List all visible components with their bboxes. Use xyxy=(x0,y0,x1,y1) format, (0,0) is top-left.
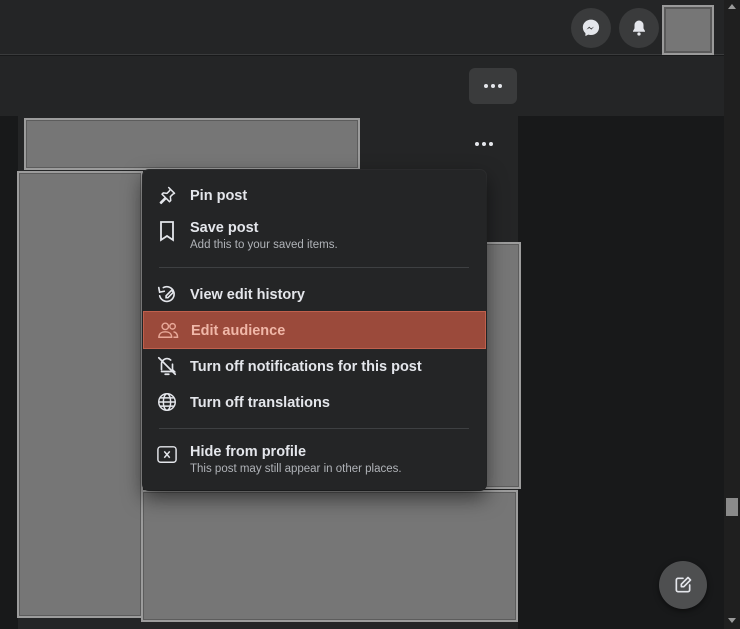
page-scrollbar[interactable] xyxy=(724,0,740,629)
bookmark-icon xyxy=(155,219,179,243)
notifications-button[interactable] xyxy=(619,8,659,48)
menu-item-label: Hide from profile xyxy=(190,444,307,460)
post-image-redacted xyxy=(141,490,518,622)
post-image-redacted xyxy=(17,171,143,618)
menu-item-description: This post may still appear in other plac… xyxy=(190,463,402,475)
compose-icon xyxy=(675,576,692,593)
new-message-button[interactable] xyxy=(659,561,707,609)
scrollbar-thumb[interactable] xyxy=(726,498,738,516)
messenger-button[interactable] xyxy=(571,8,611,48)
more-horizontal-icon xyxy=(484,84,502,88)
edit-history-icon xyxy=(155,282,179,306)
menu-item-turn-off-translations[interactable]: Turn off translations xyxy=(143,388,486,416)
post-options-menu: Pin post Save post Add this to your save… xyxy=(143,170,486,490)
menu-item-description: Add this to your saved items. xyxy=(190,239,338,251)
profile-header-bar xyxy=(0,56,724,116)
menu-item-label: Save post xyxy=(190,220,259,236)
profile-more-button[interactable] xyxy=(469,68,517,104)
menu-divider xyxy=(159,267,469,268)
bell-off-icon xyxy=(155,354,179,378)
more-horizontal-icon xyxy=(475,142,493,146)
bell-icon xyxy=(633,20,645,36)
pin-icon xyxy=(155,183,179,207)
people-icon xyxy=(156,318,180,342)
page: Pin post Save post Add this to your save… xyxy=(0,0,740,629)
menu-item-edit-audience[interactable]: Edit audience xyxy=(143,311,486,349)
menu-item-view-edit-history[interactable]: View edit history xyxy=(143,280,486,308)
messenger-icon xyxy=(582,19,600,37)
menu-item-hide-from-profile[interactable]: Hide from profile This post may still ap… xyxy=(143,438,486,482)
menu-item-label: Turn off notifications for this post xyxy=(190,359,422,375)
menu-item-turn-off-notifications[interactable]: Turn off notifications for this post xyxy=(143,352,486,380)
post-more-button[interactable] xyxy=(470,135,498,153)
scroll-down-arrow-icon[interactable] xyxy=(728,618,736,623)
menu-item-pin-post[interactable]: Pin post xyxy=(143,182,486,208)
menu-item-label: View edit history xyxy=(190,287,305,303)
menu-divider xyxy=(159,428,469,429)
close-box-icon xyxy=(155,443,179,467)
top-navigation-bar xyxy=(0,0,724,55)
menu-item-label: Pin post xyxy=(190,188,248,204)
account-avatar[interactable] xyxy=(662,5,714,55)
globe-icon xyxy=(155,390,179,414)
menu-item-label: Edit audience xyxy=(191,323,286,339)
menu-item-label: Turn off translations xyxy=(190,395,330,411)
post-image-redacted xyxy=(484,242,521,489)
post-author-redacted xyxy=(24,118,360,170)
scroll-up-arrow-icon[interactable] xyxy=(728,4,736,9)
menu-item-save-post[interactable]: Save post Add this to your saved items. xyxy=(143,215,486,259)
